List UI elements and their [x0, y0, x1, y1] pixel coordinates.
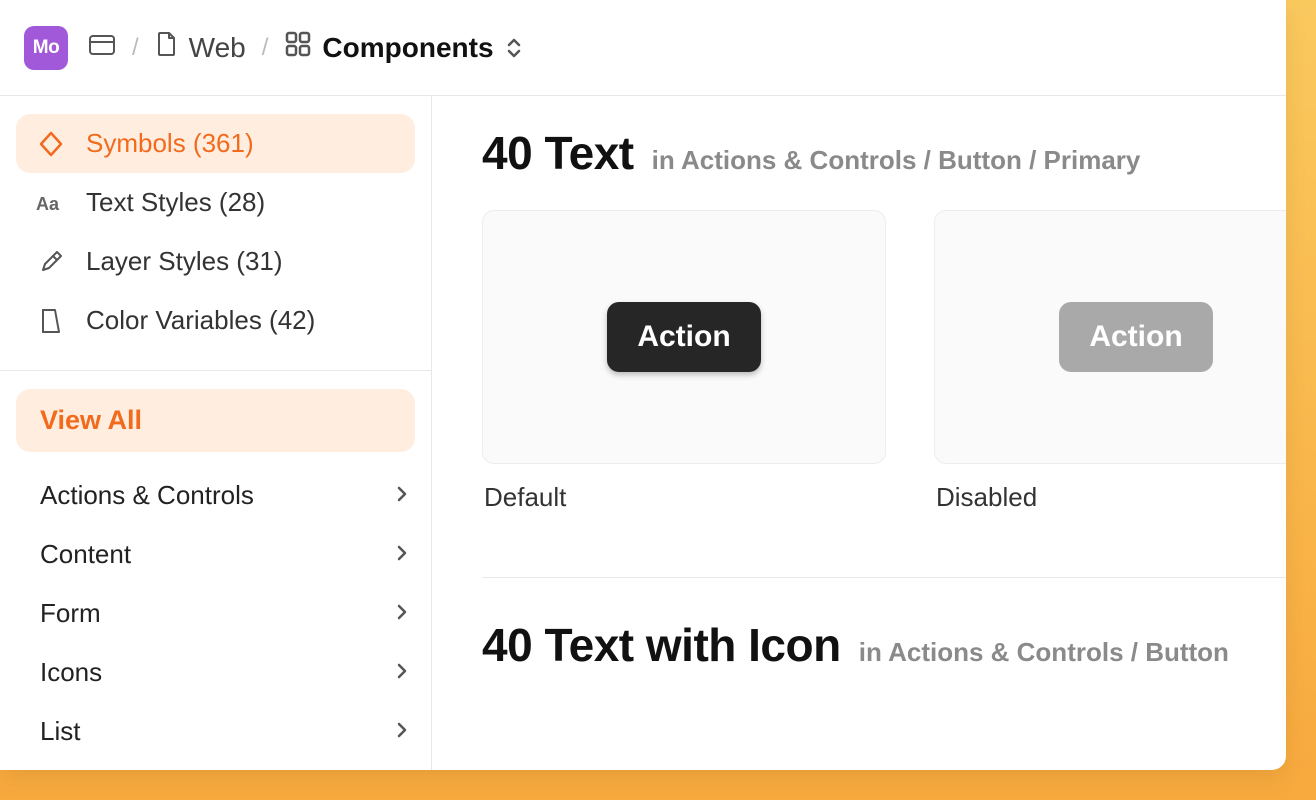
- sidebar-cat-label: Actions & Controls: [40, 480, 254, 511]
- sidebar-cat-icons[interactable]: Icons: [16, 643, 415, 702]
- sidebar-cat-list[interactable]: List: [16, 702, 415, 761]
- grid-icon: [284, 30, 312, 65]
- section-title: 40 Text: [482, 126, 634, 180]
- section-title: 40 Text with Icon: [482, 618, 841, 672]
- sidebar-view-all[interactable]: View All: [16, 389, 415, 452]
- sidebar-cat-label: Form: [40, 598, 101, 629]
- paint-icon: [36, 247, 66, 277]
- sidebar-item-symbols[interactable]: Symbols (361): [16, 114, 415, 173]
- card-item-default[interactable]: Action Default: [482, 210, 886, 513]
- card-label: Disabled: [934, 482, 1286, 513]
- section-header: 40 Text in Actions & Controls / Button /…: [482, 126, 1286, 180]
- sidebar-item-color-vars[interactable]: Color Variables (42): [16, 291, 415, 350]
- palette-icon: [36, 306, 66, 336]
- sidebar-item-label: Text Styles (28): [86, 187, 265, 218]
- section-header: 40 Text with Icon in Actions & Controls …: [482, 618, 1286, 672]
- section-divider: [482, 577, 1286, 578]
- app-window: Mo / Web /: [0, 0, 1286, 770]
- card-label: Default: [482, 482, 886, 513]
- selector-icon: [504, 34, 524, 62]
- chevron-right-icon: [395, 539, 409, 570]
- breadcrumb-label: Web: [189, 32, 246, 64]
- sidebar: Symbols (361) Aa Text Styles (28) Layer …: [0, 96, 432, 770]
- sidebar-cat-label: Content: [40, 539, 131, 570]
- card-row: Action Default Action Disabled: [482, 210, 1286, 513]
- chevron-right-icon: [395, 657, 409, 688]
- sidebar-item-label: Symbols (361): [86, 128, 254, 159]
- breadcrumb-components[interactable]: Components: [284, 30, 523, 65]
- chevron-right-icon: [395, 716, 409, 747]
- body: Symbols (361) Aa Text Styles (28) Layer …: [0, 96, 1286, 770]
- sidebar-item-layer-styles[interactable]: Layer Styles (31): [16, 232, 415, 291]
- breadcrumb-sep: /: [262, 34, 269, 62]
- section-path: in Actions & Controls / Button / Primary: [652, 145, 1141, 176]
- section-path: in Actions & Controls / Button: [859, 637, 1229, 668]
- card-item-disabled[interactable]: Action Disabled: [934, 210, 1286, 513]
- component-preview: Action: [482, 210, 886, 464]
- sidebar-cat-content[interactable]: Content: [16, 525, 415, 584]
- primary-button[interactable]: Action: [607, 302, 760, 372]
- app-logo[interactable]: Mo: [24, 26, 68, 70]
- chevron-right-icon: [395, 480, 409, 511]
- breadcrumb-folder[interactable]: [88, 32, 116, 64]
- breadcrumb-label: Components: [322, 32, 493, 64]
- svg-text:Aa: Aa: [36, 194, 60, 214]
- sidebar-types: Symbols (361) Aa Text Styles (28) Layer …: [16, 114, 415, 350]
- breadcrumb-sep: /: [132, 34, 139, 62]
- sidebar-cat-label: Icons: [40, 657, 102, 688]
- sidebar-item-label: Layer Styles (31): [86, 246, 283, 277]
- text-icon: Aa: [36, 188, 66, 218]
- chevron-right-icon: [395, 598, 409, 629]
- breadcrumb-file[interactable]: Web: [155, 30, 246, 65]
- sidebar-cat-actions-controls[interactable]: Actions & Controls: [16, 466, 415, 525]
- header: Mo / Web /: [0, 0, 1286, 96]
- diamond-icon: [36, 129, 66, 159]
- sidebar-item-label: Color Variables (42): [86, 305, 315, 336]
- component-preview: Action: [934, 210, 1286, 464]
- folder-icon: [88, 32, 116, 64]
- sidebar-cat-label: List: [40, 716, 80, 747]
- main-content: 40 Text in Actions & Controls / Button /…: [432, 96, 1286, 770]
- sidebar-divider: [0, 370, 431, 371]
- sidebar-cat-form[interactable]: Form: [16, 584, 415, 643]
- primary-button-disabled: Action: [1059, 302, 1212, 372]
- file-icon: [155, 30, 179, 65]
- sidebar-item-text-styles[interactable]: Aa Text Styles (28): [16, 173, 415, 232]
- breadcrumb: / Web / Components: [88, 30, 524, 65]
